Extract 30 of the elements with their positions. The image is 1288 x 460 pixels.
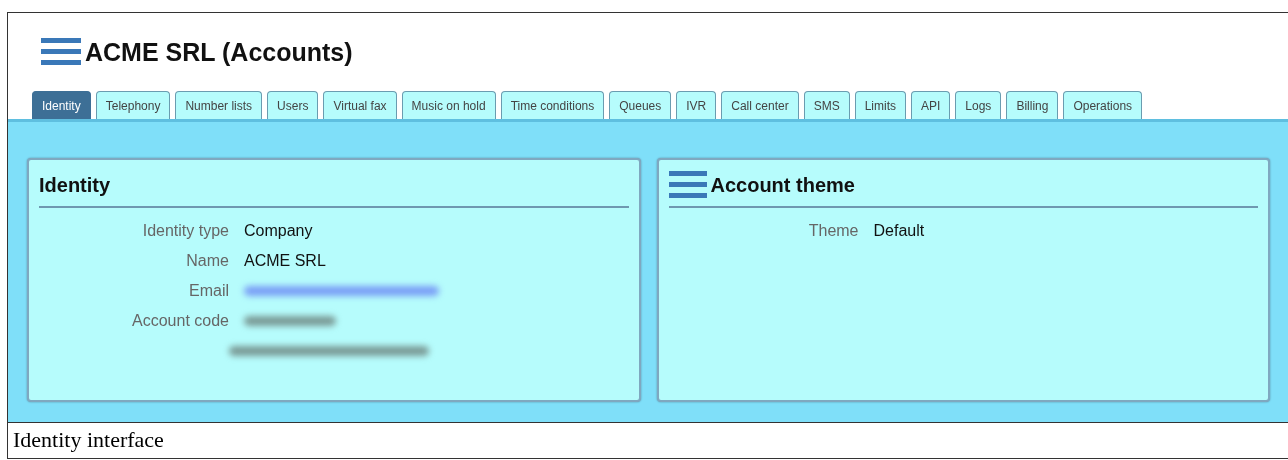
tab[interactable]: IVR <box>676 91 717 119</box>
page-title: ACME SRL (Accounts) <box>85 37 353 67</box>
tab[interactable]: Operations <box>1063 91 1143 119</box>
menu-icon[interactable] <box>41 37 81 67</box>
panel-title: Identity <box>39 173 111 197</box>
field-value: Default <box>873 222 925 240</box>
tab[interactable]: Limits <box>854 91 906 119</box>
panel-title: Account theme <box>710 173 855 197</box>
field-value: Company <box>244 222 313 240</box>
tab[interactable]: Billing <box>1006 91 1059 119</box>
menu-icon[interactable] <box>668 170 707 200</box>
tab[interactable]: Number lists <box>175 91 263 119</box>
tab[interactable]: Queues <box>609 91 672 119</box>
tab[interactable]: Logs <box>955 91 1002 119</box>
field-label: Theme <box>808 222 859 239</box>
tab[interactable]: SMS <box>803 91 850 119</box>
field-label: Identity type <box>142 222 229 239</box>
tab[interactable]: Music on hold <box>401 91 496 119</box>
caption: Identity interface <box>7 423 1288 459</box>
tab[interactable]: Users <box>267 91 319 119</box>
tab[interactable]: Call center <box>721 91 799 119</box>
tab[interactable]: Time conditions <box>500 91 605 119</box>
tab[interactable]: Identity <box>32 91 91 119</box>
tab[interactable]: Telephony <box>95 91 171 119</box>
field-label: Email <box>189 282 229 299</box>
tab[interactable]: API <box>911 91 951 119</box>
field-label: Account code <box>132 312 229 329</box>
field-value: ACME SRL <box>244 252 326 270</box>
field-label: Name <box>186 252 229 269</box>
tab[interactable]: Virtual fax <box>323 91 397 119</box>
